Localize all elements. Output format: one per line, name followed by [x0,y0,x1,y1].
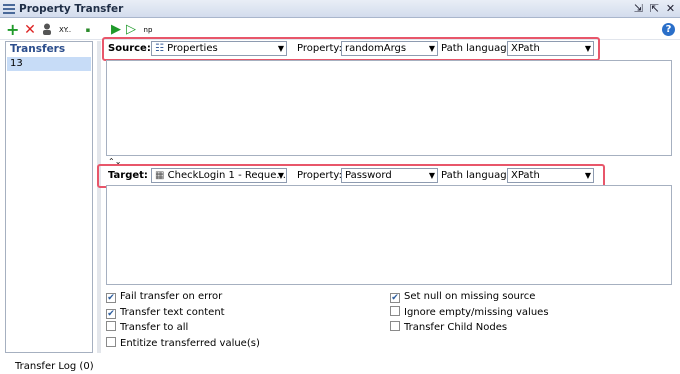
transfer-log-tab[interactable]: Transfer Log (0) [15,361,94,372]
help-icon[interactable]: ? [662,23,675,36]
checkbox-label: Transfer Child Nodes [404,322,508,333]
entitize-values-checkbox[interactable]: Entitize transferred value(s) [106,337,260,351]
restore-icon[interactable]: ⇲ [632,2,645,15]
checkbox-label: Entitize transferred value(s) [120,338,260,349]
user-icon[interactable] [41,22,53,38]
transfer-child-nodes-checkbox[interactable]: Transfer Child Nodes [390,321,507,335]
checkbox-label: Set null on missing source [404,291,536,302]
property-transfer-icon [3,4,15,14]
source-highlight-box [102,37,600,61]
ignore-empty-values-checkbox[interactable]: Ignore empty/missing values [390,306,549,320]
checkbox-icon[interactable]: ✔ [106,309,116,319]
transfers-header: Transfers [10,43,66,55]
transfers-panel: Transfers 13 [5,41,93,353]
vertical-splitter[interactable] [97,41,101,353]
checkbox-icon[interactable] [390,306,400,316]
checkbox-icon[interactable] [106,321,116,331]
checkbox-icon[interactable]: ✔ [390,293,400,303]
toolbar-label-2[interactable]: np [141,22,155,38]
run-all-icon[interactable]: ▷ [125,22,137,38]
set-null-on-missing-source-checkbox[interactable]: ✔ Set null on missing source [390,290,535,304]
fail-transfer-on-error-checkbox[interactable]: ✔ Fail transfer on error [106,290,222,304]
maximize-icon[interactable]: ⇱ [648,2,661,15]
toolbar-label-1[interactable]: XY.. [56,22,74,38]
dot-icon: ▪ [85,26,91,34]
checkbox-icon[interactable]: ✔ [106,293,116,303]
window-title: Property Transfer [19,3,124,15]
checkbox-label: Transfer text content [120,307,225,318]
title-bar: Property Transfer ⇲ ⇱ ✕ [0,0,680,18]
run-icon[interactable]: ▶ [110,22,122,38]
checkbox-label: Transfer to all [120,322,189,333]
list-item[interactable]: 13 [7,57,91,71]
checkbox-label: Fail transfer on error [120,291,223,302]
source-expression-editor[interactable] [106,60,672,156]
checkbox-label: Ignore empty/missing values [404,307,549,318]
checkbox-icon[interactable] [390,321,400,331]
close-icon[interactable]: ✕ [664,2,677,15]
target-expression-editor[interactable] [106,185,672,285]
delete-icon[interactable]: ✕ [24,22,36,38]
plus-icon[interactable]: + [6,22,19,38]
transfer-to-all-checkbox[interactable]: Transfer to all [106,321,188,335]
transfer-text-content-checkbox[interactable]: ✔ Transfer text content [106,306,225,320]
checkbox-icon[interactable] [106,337,116,347]
